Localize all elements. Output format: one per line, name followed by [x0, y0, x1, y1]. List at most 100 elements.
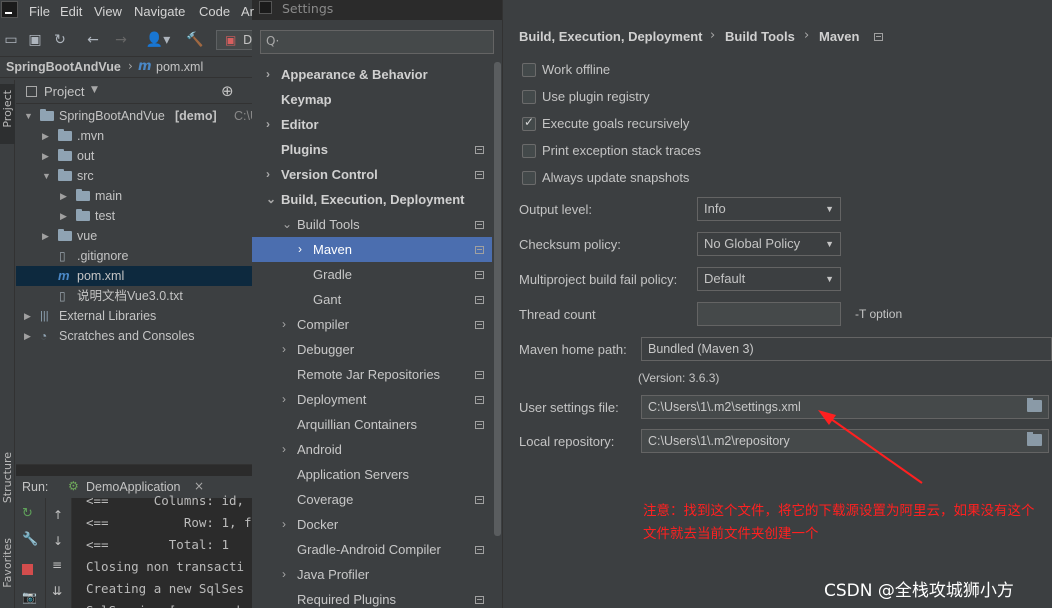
- close-icon[interactable]: ×: [194, 479, 204, 493]
- browse-folder-icon[interactable]: [1027, 432, 1042, 446]
- tree-item[interactable]: ▶ .mvn: [16, 126, 252, 146]
- menu-view[interactable]: View: [94, 4, 122, 19]
- settings-nav-item[interactable]: Required Plugins: [252, 587, 492, 608]
- settings-nav-item[interactable]: Keymap: [252, 87, 492, 112]
- tree-item[interactable]: ▯ .gitignore: [16, 246, 252, 266]
- project-panel-title[interactable]: Project: [44, 84, 84, 99]
- chevron-right-icon[interactable]: ›: [282, 387, 286, 412]
- chevron-right-icon[interactable]: ›: [282, 312, 286, 337]
- thread-count-input[interactable]: [697, 302, 841, 326]
- multiproject-fail-policy-select[interactable]: Default ▼: [697, 267, 841, 291]
- settings-nav-item[interactable]: › Debugger: [252, 337, 492, 362]
- settings-nav-item[interactable]: Arquillian Containers: [252, 412, 492, 437]
- project-tool-tab[interactable]: Project: [0, 84, 15, 144]
- chevron-down-icon[interactable]: ⌄: [282, 212, 292, 237]
- camera-icon[interactable]: 📷: [22, 590, 37, 604]
- chevron-down-icon[interactable]: ▼: [42, 166, 51, 186]
- content-breadcrumb-build[interactable]: Build, Execution, Deployment: [519, 29, 702, 44]
- output-level-select[interactable]: Info ▼: [697, 197, 841, 221]
- checksum-policy-select[interactable]: No Global Policy ▼: [697, 232, 841, 256]
- run-tab-demoapplication[interactable]: DemoApplication: [86, 480, 181, 494]
- sync-icon[interactable]: ↻: [51, 31, 69, 49]
- checkbox-unchecked[interactable]: [522, 90, 536, 104]
- browse-folder-icon[interactable]: [1027, 398, 1042, 412]
- content-breadcrumb-build-tools[interactable]: Build Tools: [725, 29, 795, 44]
- chevron-down-icon[interactable]: ⌄: [266, 187, 276, 212]
- menu-edit[interactable]: Edit: [60, 4, 82, 19]
- back-icon[interactable]: ←: [84, 31, 102, 49]
- chevron-right-icon[interactable]: ›: [266, 112, 270, 137]
- menu-code[interactable]: Code: [199, 4, 230, 19]
- settings-nav-item[interactable]: ⌄ Build Tools: [252, 212, 492, 237]
- run-config-selector[interactable]: ▣ D: [216, 30, 256, 50]
- chevron-down-icon[interactable]: ▼: [91, 85, 98, 95]
- settings-nav-item[interactable]: › Compiler: [252, 312, 492, 337]
- checkbox-unchecked[interactable]: [522, 63, 536, 77]
- build-hammer-icon[interactable]: 🔨: [186, 31, 204, 49]
- chevron-right-icon[interactable]: ›: [298, 237, 302, 262]
- settings-nav-item[interactable]: ⌄ Build, Execution, Deployment: [252, 187, 492, 212]
- chevron-right-icon[interactable]: ▶: [60, 206, 67, 226]
- forward-icon[interactable]: →: [112, 31, 130, 49]
- chevron-right-icon[interactable]: ▶: [42, 146, 49, 166]
- scroll-up-icon[interactable]: ↑: [53, 508, 63, 522]
- settings-nav-item[interactable]: › Editor: [252, 112, 492, 137]
- tree-item[interactable]: ▶ main: [16, 186, 252, 206]
- open-folder-icon[interactable]: ▭: [2, 31, 20, 49]
- chevron-right-icon[interactable]: ▶: [60, 186, 67, 206]
- tree-item[interactable]: m pom.xml: [16, 266, 252, 286]
- chevron-right-icon[interactable]: ▶: [42, 126, 49, 146]
- chevron-right-icon[interactable]: ›: [282, 562, 286, 587]
- tree-item[interactable]: ▶ ||| External Libraries: [16, 306, 252, 326]
- settings-search-input[interactable]: Q·: [260, 30, 494, 54]
- checkbox-unchecked[interactable]: [522, 171, 536, 185]
- menu-navigate[interactable]: Navigate: [134, 4, 185, 19]
- settings-nav-item[interactable]: Gradle: [252, 262, 492, 287]
- settings-nav-item[interactable]: Coverage: [252, 487, 492, 512]
- chevron-right-icon[interactable]: ›: [282, 337, 286, 362]
- settings-nav-scrollbar[interactable]: [494, 62, 501, 536]
- scroll-to-end-icon[interactable]: ⇊: [52, 584, 62, 598]
- settings-nav-item[interactable]: Plugins: [252, 137, 492, 162]
- settings-nav-item[interactable]: › Maven: [252, 237, 492, 262]
- save-icon[interactable]: ▣: [26, 31, 44, 49]
- chevron-right-icon[interactable]: ›: [282, 512, 286, 537]
- menu-file[interactable]: File: [29, 4, 50, 19]
- stop-icon[interactable]: [22, 564, 33, 575]
- tree-item[interactable]: ▼ src: [16, 166, 252, 186]
- settings-nav-item[interactable]: › Android: [252, 437, 492, 462]
- breadcrumb-project[interactable]: SpringBootAndVue: [6, 60, 121, 74]
- chevron-right-icon[interactable]: ›: [266, 62, 270, 87]
- settings-nav-item[interactable]: Remote Jar Repositories: [252, 362, 492, 387]
- settings-nav-item[interactable]: › Version Control: [252, 162, 492, 187]
- tree-item[interactable]: ▶ test: [16, 206, 252, 226]
- tree-item[interactable]: ▶ vue: [16, 226, 252, 246]
- tree-item[interactable]: ▼ SpringBootAndVue [demo] C:\U: [16, 106, 259, 126]
- structure-tool-tab[interactable]: Structure: [1, 452, 14, 503]
- settings-nav-item[interactable]: › Java Profiler: [252, 562, 492, 587]
- soft-wrap-icon[interactable]: ≡: [52, 558, 62, 572]
- settings-nav-item[interactable]: Gradle-Android Compiler: [252, 537, 492, 562]
- locate-target-icon[interactable]: ⊕: [221, 82, 234, 100]
- breadcrumb-file[interactable]: pom.xml: [156, 60, 203, 74]
- settings-nav-item[interactable]: Gant: [252, 287, 492, 312]
- settings-nav-item[interactable]: › Docker: [252, 512, 492, 537]
- settings-nav-item[interactable]: › Deployment: [252, 387, 492, 412]
- chevron-down-icon[interactable]: ▼: [24, 106, 33, 126]
- wrench-icon[interactable]: 🔧: [22, 532, 38, 547]
- maven-home-select[interactable]: Bundled (Maven 3): [641, 337, 1052, 361]
- rerun-icon[interactable]: ↻: [22, 506, 33, 521]
- checkbox-checked[interactable]: [522, 115, 536, 131]
- favorites-tool-tab[interactable]: Favorites: [1, 538, 14, 588]
- chevron-right-icon[interactable]: ›: [282, 437, 286, 462]
- user-icon[interactable]: 👤▾: [144, 31, 172, 49]
- chevron-right-icon[interactable]: ▶: [24, 306, 31, 326]
- settings-nav-item[interactable]: Application Servers: [252, 462, 492, 487]
- chevron-right-icon[interactable]: ›: [266, 162, 270, 187]
- chevron-right-icon[interactable]: ▶: [42, 226, 49, 246]
- chevron-right-icon[interactable]: ▶: [24, 326, 31, 346]
- settings-nav-item[interactable]: › Appearance & Behavior: [252, 62, 492, 87]
- scroll-down-icon[interactable]: ↓: [53, 534, 63, 548]
- tree-item[interactable]: ▯ 说明文档Vue3.0.txt: [16, 286, 252, 306]
- checkbox-unchecked[interactable]: [522, 144, 536, 158]
